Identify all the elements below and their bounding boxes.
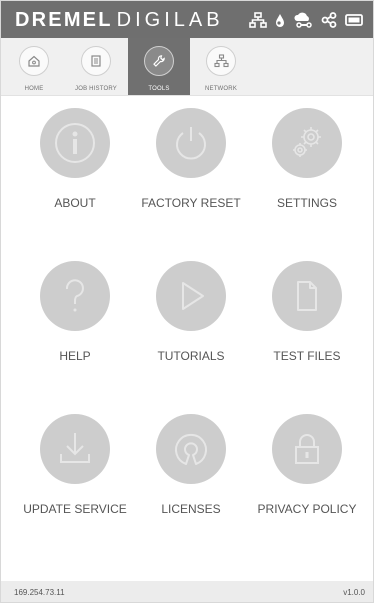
tool-label: HELP	[59, 349, 91, 363]
ip-address: 169.254.73.11	[14, 588, 65, 597]
tool-label: SETTINGS	[276, 196, 337, 210]
tab-network[interactable]: NETWORK	[190, 38, 252, 95]
file-icon	[272, 261, 342, 331]
gears-icon	[272, 108, 342, 178]
power-icon	[156, 108, 226, 178]
tab-label: JOB HISTORY	[75, 86, 117, 92]
tool-label: UPDATE SERVICE	[23, 502, 127, 516]
tool-licenses[interactable]: LICENSES	[129, 414, 253, 534]
tool-tutorials[interactable]: TUTORIALS	[129, 261, 253, 381]
brand-bold: DREMEL	[15, 9, 113, 31]
tool-label: LICENSES	[161, 502, 221, 516]
home-icon	[19, 46, 49, 76]
tool-test-files[interactable]: TEST FILES	[245, 261, 369, 381]
app-window: DREMEL DIGILAB HOME JOB HISTORY TOOLS NE…	[0, 0, 374, 603]
tab-job-history[interactable]: JOB HISTORY	[65, 38, 127, 95]
tool-label: ABOUT	[54, 196, 96, 210]
wrench-icon	[144, 46, 174, 76]
tab-label: TOOLS	[148, 86, 170, 92]
tab-tools[interactable]: TOOLS	[128, 38, 190, 95]
lock-icon	[272, 414, 342, 484]
tool-factory-reset[interactable]: FACTORY RESET	[129, 108, 253, 228]
network-icon	[206, 46, 236, 76]
tool-label: TEST FILES	[273, 349, 341, 363]
tab-label: HOME	[24, 86, 44, 92]
share-icon	[321, 12, 337, 28]
tool-settings[interactable]: SETTINGS	[245, 108, 369, 228]
cloud-link-icon	[293, 12, 313, 28]
tool-label: TUTORIALS	[157, 349, 225, 363]
top-bar: DREMEL DIGILAB	[1, 1, 373, 38]
tool-label: PRIVACY POLICY	[257, 502, 357, 516]
drop-icon	[275, 13, 285, 28]
question-icon	[40, 261, 110, 331]
version-label: v1.0.0	[343, 588, 365, 597]
tool-privacy-policy[interactable]: PRIVACY POLICY	[245, 414, 369, 534]
info-icon	[40, 108, 110, 178]
battery-icon	[345, 14, 363, 26]
brand-light: DIGILAB	[116, 9, 224, 31]
tab-home[interactable]: HOME	[3, 38, 65, 95]
download-icon	[40, 414, 110, 484]
status-icons	[249, 11, 363, 29]
tool-help[interactable]: HELP	[13, 261, 137, 381]
tool-update-service[interactable]: UPDATE SERVICE	[13, 414, 137, 534]
tool-about[interactable]: ABOUT	[13, 108, 137, 228]
open-source-icon	[156, 414, 226, 484]
brand-logo: DREMEL DIGILAB	[15, 9, 224, 31]
play-icon	[156, 261, 226, 331]
tab-bar: HOME JOB HISTORY TOOLS NETWORK	[1, 38, 373, 96]
network-icon	[249, 12, 267, 28]
tool-label: FACTORY RESET	[141, 196, 241, 210]
status-footer: 169.254.73.11 v1.0.0	[1, 581, 373, 602]
tab-label: NETWORK	[204, 86, 238, 92]
clipboard-icon	[81, 46, 111, 76]
